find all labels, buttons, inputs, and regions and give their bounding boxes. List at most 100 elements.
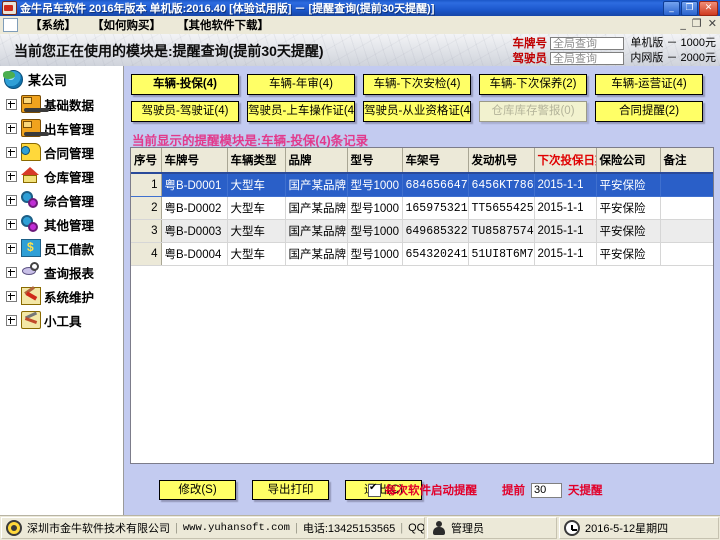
sidebar-item-warehouse[interactable]: 仓库管理	[0, 164, 123, 188]
driver-search-input[interactable]: 全局查询	[550, 52, 624, 65]
sidebar-item-label: 合同管理	[44, 143, 94, 162]
sidebar-item-label: 其他管理	[44, 215, 94, 234]
table-header-row: 序号 车牌号 车辆类型 品牌 型号 车架号 发动机号 下次投保日期 保险公司 备…	[131, 148, 714, 173]
sidebar-item-contract[interactable]: 合同管理	[0, 140, 123, 164]
status-date-cell: 2016-5-12星期四	[559, 517, 719, 539]
cell-brand: 国产某品牌	[285, 173, 347, 197]
cell-engine: 6456KT7861	[468, 173, 534, 197]
module-button-vehicle-next-maintenance[interactable]: 车辆-下次保养(2)	[479, 74, 587, 95]
module-button-driver-qualification-certificate[interactable]: 驾驶员-从业资格证(4)	[363, 101, 471, 122]
expand-icon[interactable]	[6, 291, 17, 302]
close-button[interactable]: ✕	[699, 1, 718, 16]
global-search-fields: 车牌号 全局查询 驾驶员 全局查询	[503, 36, 624, 66]
table-row[interactable]: 1 粤B-D0001 大型车 国产某品牌 型号1000 6846566477 6…	[131, 173, 714, 197]
cell-brand: 国产某品牌	[285, 243, 347, 266]
footer-toolbar: 修改(S) 导出打印 退出(C) 每次软件启动提醒 提前 30 天提醒	[124, 468, 720, 516]
sidebar-item-small-tools[interactable]: 小工具	[0, 308, 123, 332]
cell-index: 3	[131, 220, 161, 243]
cell-vin: 1659753214	[402, 197, 468, 220]
menu-item-system[interactable]: 【系统】	[24, 16, 82, 34]
window-controls: _ ❐ ✕	[663, 1, 718, 16]
sidebar-item-label: 员工借款	[44, 239, 94, 258]
reminder-table: 序号 车牌号 车辆类型 品牌 型号 车架号 发动机号 下次投保日期 保险公司 备…	[131, 148, 714, 266]
cell-model: 型号1000	[347, 243, 402, 266]
startup-reminder-option[interactable]: 每次软件启动提醒	[368, 482, 477, 498]
reminder-table-container[interactable]: 序号 车牌号 车辆类型 品牌 型号 车架号 发动机号 下次投保日期 保险公司 备…	[130, 147, 714, 464]
minimize-button[interactable]: _	[663, 1, 680, 16]
advance-days-group: 提前 30 天提醒	[502, 482, 603, 498]
expand-icon[interactable]	[6, 243, 17, 254]
menu-item-how-to-buy[interactable]: 【如何购买】	[86, 16, 167, 34]
advance-label: 提前	[502, 482, 525, 498]
module-button-contract-reminder[interactable]: 合同提醒(2)	[595, 101, 703, 122]
sidebar-item-system-maintenance[interactable]: 系统维护	[0, 284, 123, 308]
advance-days-input[interactable]: 30	[531, 483, 562, 498]
status-user-cell: 管理员	[427, 517, 557, 539]
status-bar: 深圳市金牛软件技术有限公司 | www.yuhansoft.com | 电话:1…	[0, 515, 720, 540]
startup-reminder-checkbox[interactable]	[368, 484, 381, 497]
sidebar-item-basic-data[interactable]: 基础数据	[0, 92, 123, 116]
table-row[interactable]: 2 粤B-D0002 大型车 国产某品牌 型号1000 1659753214 T…	[131, 197, 714, 220]
main-panel: 车辆-投保(4) 车辆-年审(4) 车辆-下次安检(4) 车辆-下次保养(2) …	[124, 66, 720, 516]
maximize-button[interactable]: ❐	[681, 1, 698, 16]
expand-icon[interactable]	[6, 99, 17, 110]
header-band: 当前您正在使用的模块是:提醒查询(提前30天提醒) 车牌号 全局查询 驾驶员 全…	[0, 34, 720, 66]
column-header-plate[interactable]: 车牌号	[161, 148, 227, 173]
expand-icon[interactable]	[6, 315, 17, 326]
cell-insurer: 平安保险	[596, 173, 660, 197]
column-header-index[interactable]: 序号	[131, 148, 161, 173]
modify-button[interactable]: 修改(S)	[159, 480, 236, 500]
inner-minimize-button[interactable]: _	[680, 17, 686, 30]
sidebar-item-label: 基础数据	[44, 95, 94, 114]
inner-close-button[interactable]: ✕	[708, 17, 717, 30]
column-header-engine[interactable]: 发动机号	[468, 148, 534, 173]
cell-vin: 6543202410	[402, 243, 468, 266]
cell-next-insurance-date: 2015-1-1	[534, 197, 596, 220]
column-header-remark[interactable]: 备注	[660, 148, 714, 173]
module-button-driver-license[interactable]: 驾驶员-驾驶证(4)	[131, 101, 239, 122]
sidebar-root-company[interactable]: 某公司	[0, 66, 123, 92]
menu-item-other-downloads[interactable]: 【其他软件下载】	[171, 16, 275, 34]
table-row[interactable]: 3 粤B-D0003 大型车 国产某品牌 型号1000 6496853221 T…	[131, 220, 714, 243]
module-button-vehicle-operating-license[interactable]: 车辆-运营证(4)	[595, 74, 703, 95]
module-button-vehicle-insurance[interactable]: 车辆-投保(4)	[131, 74, 239, 95]
app-logo-icon	[2, 1, 17, 15]
cell-index: 1	[131, 173, 161, 197]
cell-next-insurance-date: 2015-1-1	[534, 220, 596, 243]
expand-icon[interactable]	[6, 219, 17, 230]
column-header-vehicle-type[interactable]: 车辆类型	[227, 148, 285, 173]
module-button-vehicle-next-safety-check[interactable]: 车辆-下次安检(4)	[363, 74, 471, 95]
globe-icon	[4, 70, 23, 89]
column-header-vin[interactable]: 车架号	[402, 148, 468, 173]
expand-icon[interactable]	[6, 195, 17, 206]
expand-icon[interactable]	[6, 123, 17, 134]
inner-maximize-button[interactable]: ❐	[692, 17, 702, 30]
cell-vin: 6846566477	[402, 173, 468, 197]
status-company-info: 深圳市金牛软件技术有限公司 | www.yuhansoft.com | 电话:1…	[1, 517, 425, 539]
status-website[interactable]: www.yuhansoft.com	[183, 522, 290, 534]
column-header-insurer[interactable]: 保险公司	[596, 148, 660, 173]
column-header-next-insurance-date[interactable]: 下次投保日期	[534, 148, 596, 173]
sidebar-item-dispatch[interactable]: 出车管理	[0, 116, 123, 140]
table-row[interactable]: 4 粤B-D0004 大型车 国产某品牌 型号1000 6543202410 5…	[131, 243, 714, 266]
module-button-vehicle-annual-inspection[interactable]: 车辆-年审(4)	[247, 74, 355, 95]
expand-icon[interactable]	[6, 267, 17, 278]
export-print-button[interactable]: 导出打印	[252, 480, 329, 500]
column-header-brand[interactable]: 品牌	[285, 148, 347, 173]
column-header-model[interactable]: 型号	[347, 148, 402, 173]
cell-vin: 6496853221	[402, 220, 468, 243]
sidebar-item-comprehensive[interactable]: 综合管理	[0, 188, 123, 212]
cell-insurer: 平安保险	[596, 220, 660, 243]
cell-plate: 粤B-D0003	[161, 220, 227, 243]
expand-icon[interactable]	[6, 147, 17, 158]
sidebar-item-employee-loan[interactable]: 员工借款	[0, 236, 123, 260]
plate-search-input[interactable]: 全局查询	[550, 37, 624, 50]
module-button-warehouse-stock-alarm[interactable]: 仓库库存警报(0)	[479, 101, 587, 122]
expand-icon[interactable]	[6, 171, 17, 182]
days-reminder-label: 天提醒	[568, 482, 603, 498]
gear-icon	[6, 520, 22, 536]
sidebar-item-other-management[interactable]: 其他管理	[0, 212, 123, 236]
module-button-driver-operation-certificate[interactable]: 驾驶员-上车操作证(4)	[247, 101, 355, 122]
sidebar-item-query-report[interactable]: 查询报表	[0, 260, 123, 284]
cell-vehicle-type: 大型车	[227, 220, 285, 243]
